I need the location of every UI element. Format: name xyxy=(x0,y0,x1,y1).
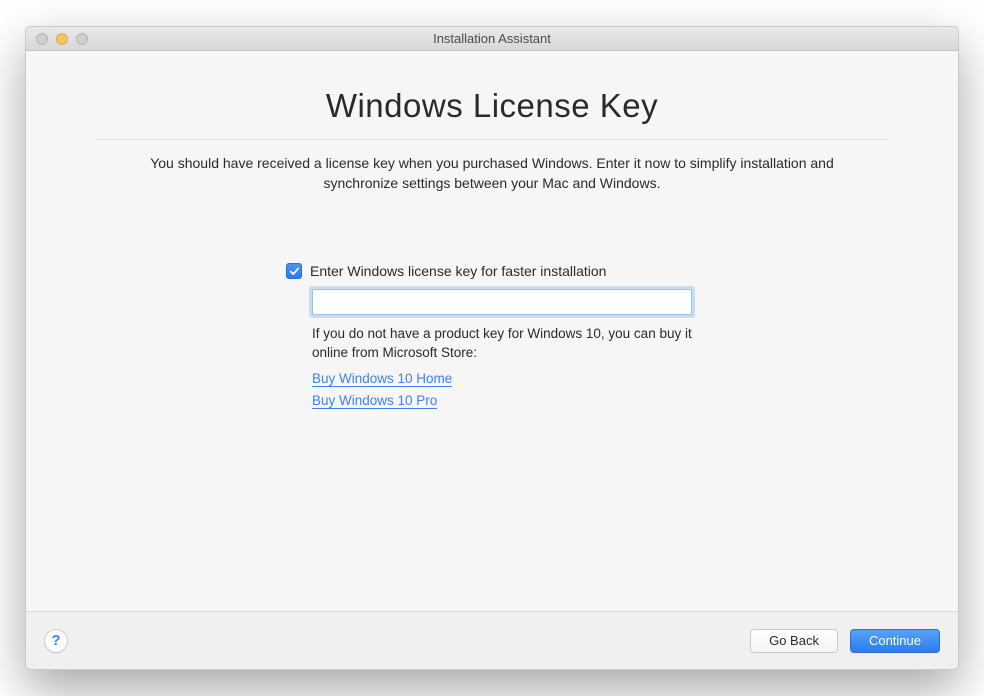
page-description: You should have received a license key w… xyxy=(112,154,872,193)
divider xyxy=(96,139,888,140)
close-icon[interactable] xyxy=(36,33,48,45)
checkbox-label: Enter Windows license key for faster ins… xyxy=(310,263,606,279)
continue-button[interactable]: Continue xyxy=(850,629,940,653)
checkbox-row: Enter Windows license key for faster ins… xyxy=(286,263,712,279)
window-title: Installation Assistant xyxy=(26,31,958,46)
license-form: Enter Windows license key for faster ins… xyxy=(312,263,712,415)
page-title: Windows License Key xyxy=(326,87,658,125)
go-back-button[interactable]: Go Back xyxy=(750,629,838,653)
enter-key-checkbox[interactable] xyxy=(286,263,302,279)
minimize-icon[interactable] xyxy=(56,33,68,45)
window-controls xyxy=(26,33,88,45)
store-hint: If you do not have a product key for Win… xyxy=(312,325,692,363)
maximize-icon[interactable] xyxy=(76,33,88,45)
footer: ? Go Back Continue xyxy=(26,611,958,669)
license-key-input[interactable] xyxy=(312,289,692,315)
buy-windows-home-link[interactable]: Buy Windows 10 Home xyxy=(312,371,452,387)
help-button[interactable]: ? xyxy=(44,629,68,653)
content-area: Windows License Key You should have rece… xyxy=(26,51,958,611)
help-icon: ? xyxy=(51,632,60,649)
installer-window: Installation Assistant Windows License K… xyxy=(25,26,959,670)
checkmark-icon xyxy=(289,266,300,277)
titlebar: Installation Assistant xyxy=(26,27,958,51)
buy-windows-pro-link[interactable]: Buy Windows 10 Pro xyxy=(312,393,437,409)
